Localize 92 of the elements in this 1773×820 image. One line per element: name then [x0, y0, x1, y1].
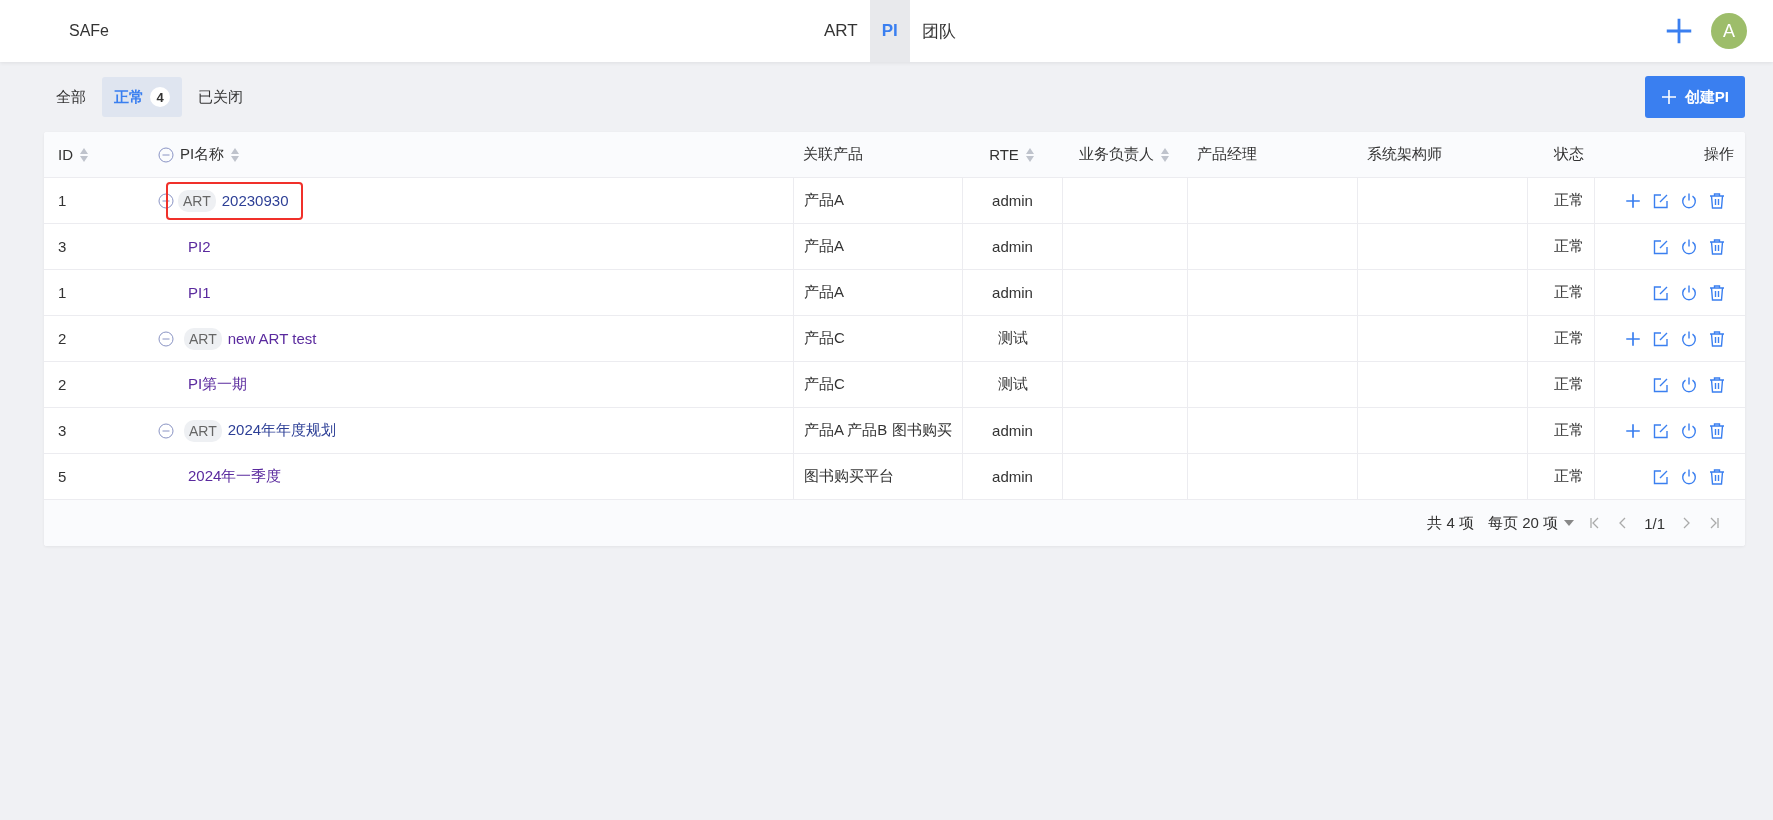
- edit-icon[interactable]: [1652, 191, 1670, 210]
- pi-name-link[interactable]: PI1: [188, 284, 211, 301]
- table-cell: 1: [58, 284, 67, 301]
- art-tag: ART: [184, 327, 222, 350]
- collapse-icon[interactable]: [158, 330, 174, 347]
- filter-tab[interactable]: 全部: [44, 77, 98, 117]
- delete-icon[interactable]: [1708, 191, 1726, 210]
- column-header: 关联产品: [803, 145, 863, 164]
- edit-icon[interactable]: [1652, 329, 1670, 348]
- power-icon[interactable]: [1680, 421, 1698, 440]
- table-cell: 3: [58, 238, 67, 255]
- count-badge: 4: [150, 87, 170, 107]
- filter-tab[interactable]: 已关闭: [186, 77, 255, 117]
- delete-icon[interactable]: [1708, 467, 1726, 486]
- delete-icon[interactable]: [1708, 375, 1726, 394]
- table-cell: 正常: [1554, 329, 1584, 348]
- edit-icon[interactable]: [1652, 283, 1670, 302]
- collapse-icon[interactable]: [158, 422, 174, 439]
- column-header: ID: [58, 146, 73, 163]
- pi-name-link[interactable]: PI2: [188, 238, 211, 255]
- total-count: 共 4 项: [1427, 513, 1475, 533]
- art-tag: ART: [178, 189, 216, 212]
- power-icon[interactable]: [1680, 329, 1698, 348]
- table-cell: 产品A 产品B 图书购买: [804, 421, 952, 440]
- create-pi-button[interactable]: 创建PI: [1644, 76, 1745, 118]
- nav-tab[interactable]: 团队: [909, 0, 968, 62]
- collapse-icon[interactable]: [158, 192, 174, 209]
- power-icon[interactable]: [1680, 375, 1698, 394]
- table-cell: 产品A: [804, 283, 844, 302]
- art-tag: ART: [184, 419, 222, 442]
- nav-tab[interactable]: ART: [812, 0, 870, 62]
- filter-label: 已关闭: [198, 87, 243, 107]
- table-cell: 测试: [997, 329, 1028, 348]
- edit-icon[interactable]: [1652, 467, 1670, 486]
- pi-name-link[interactable]: 20230930: [221, 192, 289, 209]
- delete-icon[interactable]: [1708, 237, 1726, 256]
- delete-icon[interactable]: [1708, 283, 1726, 302]
- table-cell: admin: [992, 238, 1033, 255]
- power-icon[interactable]: [1680, 467, 1698, 486]
- edit-icon[interactable]: [1652, 421, 1670, 440]
- table-cell: 3: [58, 422, 67, 439]
- pi-name-link[interactable]: 2024年一季度: [188, 467, 282, 486]
- table-cell: 测试: [997, 375, 1028, 394]
- table-cell: 正常: [1554, 283, 1584, 302]
- filter-label: 全部: [56, 87, 86, 107]
- filter-tab[interactable]: 正常 4: [102, 77, 182, 117]
- table-cell: 正常: [1554, 237, 1584, 256]
- pi-name-link[interactable]: new ART test: [227, 330, 317, 347]
- table-cell: 产品C: [804, 329, 845, 348]
- column-header: 操作: [1704, 145, 1734, 164]
- column-header: 业务负责人: [1079, 145, 1154, 164]
- pi-name-link[interactable]: PI第一期: [188, 375, 248, 394]
- table-cell: 2: [58, 330, 67, 347]
- collapse-all-icon[interactable]: [158, 146, 174, 163]
- filter-label: 正常: [114, 87, 144, 107]
- edit-icon[interactable]: [1652, 375, 1670, 394]
- table-cell: 正常: [1554, 467, 1584, 486]
- table-cell: 1: [58, 192, 67, 209]
- page-size-select[interactable]: 每页 20 项: [1488, 513, 1575, 533]
- column-header: 状态: [1554, 145, 1584, 164]
- table-cell: 正常: [1554, 375, 1584, 394]
- table-cell: admin: [992, 284, 1033, 301]
- add-icon[interactable]: [1624, 329, 1642, 348]
- pi-name-link[interactable]: 2024年年度规划: [227, 421, 337, 440]
- add-icon[interactable]: [1624, 421, 1642, 440]
- column-header: 系统架构师: [1367, 145, 1442, 164]
- table-cell: 正常: [1554, 421, 1584, 440]
- column-header: PI名称: [180, 145, 225, 164]
- caret-icon: [1564, 520, 1575, 526]
- table-cell: 2: [58, 376, 67, 393]
- table-cell: 产品A: [804, 191, 844, 210]
- table-cell: 正常: [1554, 191, 1584, 210]
- delete-icon[interactable]: [1708, 421, 1726, 440]
- edit-icon[interactable]: [1652, 237, 1670, 256]
- add-icon[interactable]: [1624, 191, 1642, 210]
- power-icon[interactable]: [1680, 237, 1698, 256]
- power-icon[interactable]: [1680, 283, 1698, 302]
- add-icon[interactable]: [1665, 17, 1693, 45]
- column-header: 产品经理: [1197, 145, 1257, 164]
- table-cell: admin: [992, 192, 1033, 209]
- table-cell: admin: [992, 422, 1033, 439]
- table-cell: 图书购买平台: [804, 467, 894, 486]
- table-cell: 产品C: [804, 375, 845, 394]
- table-cell: 5: [58, 468, 67, 485]
- table-cell: admin: [992, 468, 1033, 485]
- plus-icon[interactable]: [1660, 89, 1677, 105]
- power-icon[interactable]: [1680, 191, 1698, 210]
- app-title[interactable]: SAFe: [69, 22, 109, 39]
- column-header: RTE: [989, 146, 1019, 163]
- page-indicator: 1/1: [1644, 514, 1665, 532]
- table-cell: 产品A: [804, 237, 844, 256]
- delete-icon[interactable]: [1708, 329, 1726, 348]
